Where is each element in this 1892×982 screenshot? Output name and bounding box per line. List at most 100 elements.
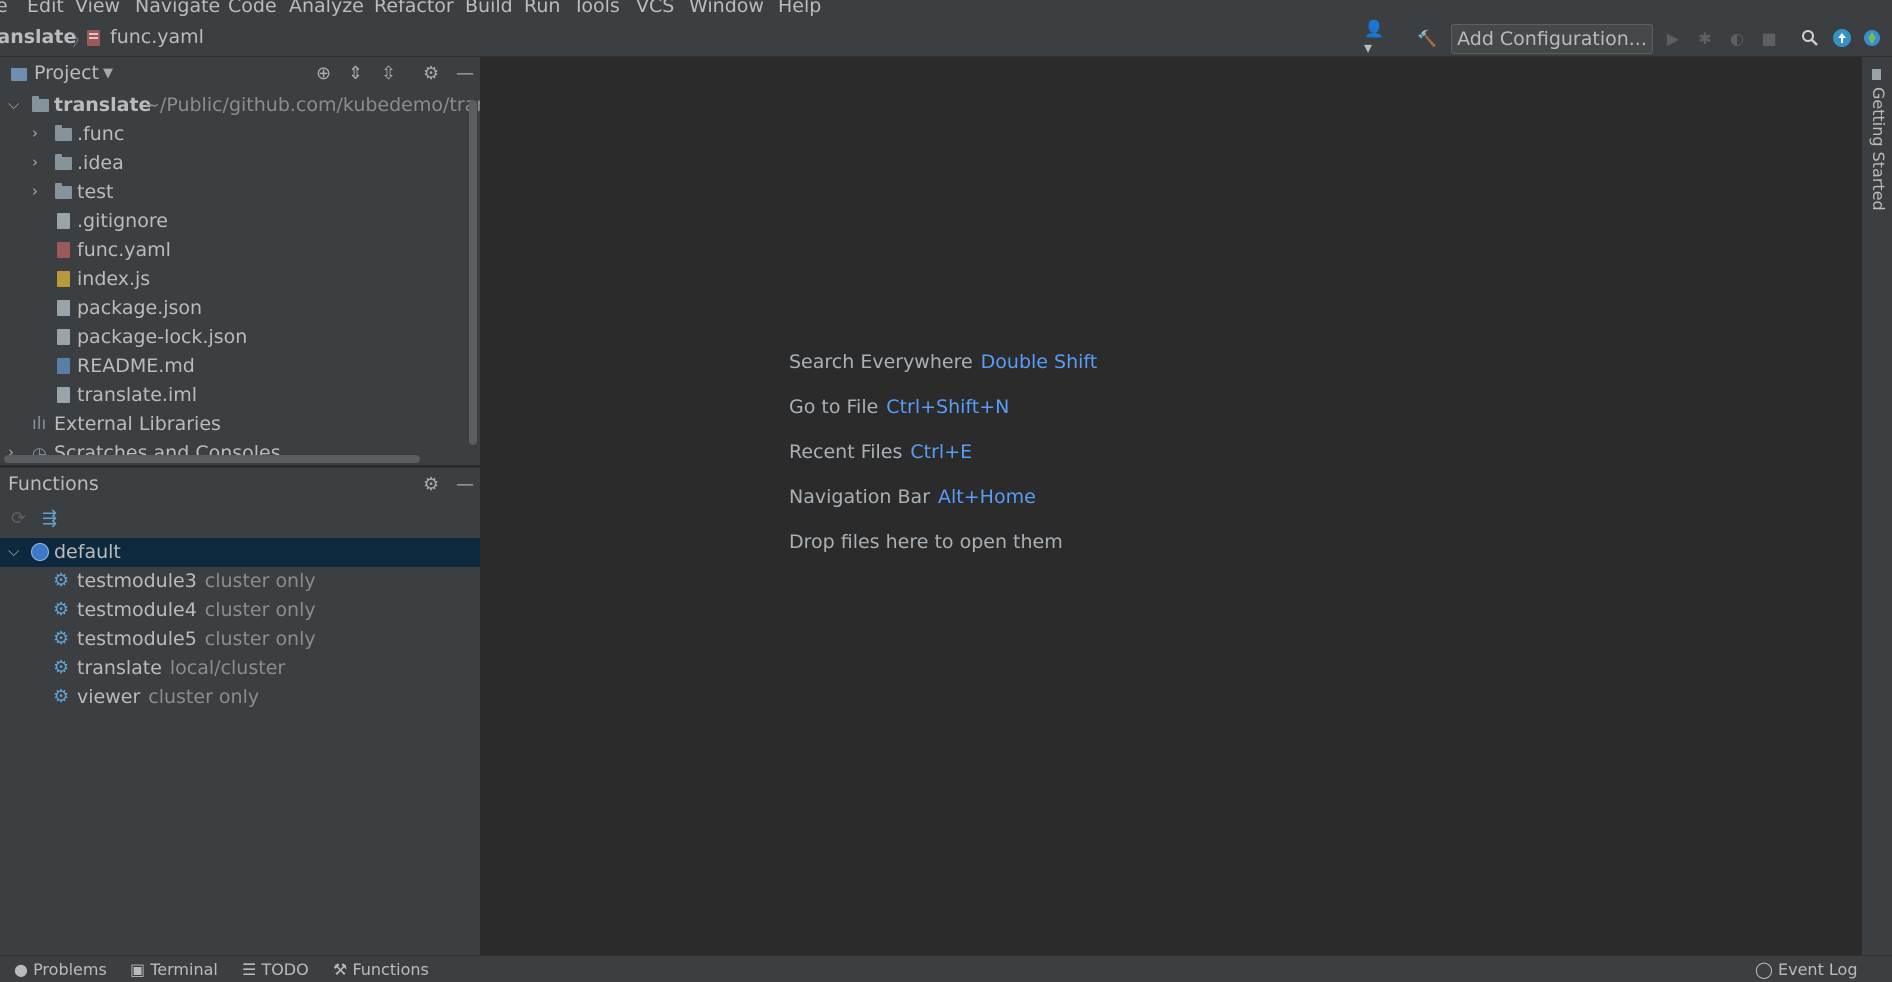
terminal-tab[interactable]: ▣ Terminal [130, 960, 218, 979]
menu-refactor[interactable]: Refactor [374, 0, 454, 17]
function-item[interactable]: ⚙ translate local/cluster [0, 654, 480, 683]
functions-namespace-row[interactable]: ⌵ default [0, 538, 480, 567]
chevron-down-icon[interactable]: ⌵ [8, 542, 19, 560]
deploy-icon[interactable]: ⇶ [42, 508, 57, 529]
project-vertical-scrollbar[interactable] [469, 100, 477, 445]
list-icon: ☰ [242, 960, 257, 979]
stop-icon[interactable]: ■ [1758, 27, 1780, 49]
chevron-right-icon[interactable]: › [32, 182, 38, 200]
tree-folder-idea[interactable]: › .idea [0, 149, 480, 178]
function-item[interactable]: ⚙ testmodule4 cluster only [0, 596, 480, 625]
menu-file[interactable]: e [0, 0, 8, 17]
debug-icon[interactable]: ✱ [1694, 27, 1716, 49]
menu-run[interactable]: Run [524, 0, 560, 17]
json-file-icon [57, 329, 70, 345]
tree-file-gitignore[interactable]: .gitignore [0, 207, 480, 236]
javascript-file-icon [57, 271, 70, 287]
namespace-icon [31, 543, 49, 561]
hint-shortcut: Ctrl+E [910, 441, 973, 463]
menu-navigate[interactable]: Navigate [135, 0, 220, 17]
menu-analyze[interactable]: Analyze [289, 0, 364, 17]
chevron-down-icon[interactable]: ▼ [103, 66, 113, 81]
chevron-right-icon[interactable]: › [32, 124, 38, 142]
menu-view[interactable]: View [75, 0, 120, 17]
folder-label: .idea [77, 152, 124, 174]
menu-help[interactable]: Help [778, 0, 821, 17]
file-label: .gitignore [77, 210, 168, 232]
tree-file-index-js[interactable]: index.js [0, 265, 480, 294]
getting-started-tab[interactable]: Getting Started [1869, 87, 1888, 211]
expand-all-icon[interactable]: ⇕ [348, 63, 363, 84]
hint-label: Navigation Bar [789, 486, 931, 508]
folder-icon [55, 154, 72, 170]
chevron-right-icon[interactable]: › [32, 153, 38, 171]
event-log-tab[interactable]: ◯ Event Log [1755, 960, 1858, 979]
locate-target-icon[interactable]: ⊕ [316, 63, 331, 84]
function-item[interactable]: ⚙ testmodule3 cluster only [0, 567, 480, 596]
hint-search-everywhere: Search Everywhere Double Shift [789, 351, 1097, 373]
menu-code[interactable]: Code [228, 0, 277, 17]
module-folder-icon [32, 96, 49, 112]
function-mode: cluster only [204, 628, 316, 650]
function-mode: cluster only [148, 686, 260, 708]
refresh-icon[interactable]: ⟳ [11, 508, 26, 529]
menu-tools[interactable]: Tools [573, 0, 620, 17]
plugin-icon[interactable] [1861, 27, 1883, 49]
tree-file-readme[interactable]: README.md [0, 352, 480, 381]
event-log-label: Event Log [1778, 960, 1858, 979]
tree-file-translate-iml[interactable]: translate.iml [0, 381, 480, 410]
file-label: package-lock.json [77, 326, 248, 348]
document-icon [1872, 69, 1881, 80]
add-configuration-button[interactable]: Add Configuration... [1451, 24, 1653, 54]
breadcrumb-file[interactable]: func.yaml [110, 26, 204, 48]
collapse-all-icon[interactable]: ⇳ [381, 63, 396, 84]
minimize-icon[interactable]: — [456, 474, 474, 495]
functions-tree: ⌵ default ⚙ testmodule3 cluster only ⚙ te… [0, 538, 480, 955]
user-account-icon[interactable]: 👤▾ [1364, 19, 1386, 57]
update-icon[interactable] [1831, 27, 1853, 49]
coverage-icon[interactable]: ◐ [1726, 27, 1748, 49]
gear-icon[interactable]: ⚙ [423, 474, 439, 495]
tree-folder-test[interactable]: › test [0, 178, 480, 207]
folder-label: test [77, 181, 114, 203]
tree-file-package-json[interactable]: package.json [0, 294, 480, 323]
todo-tab[interactable]: ☰ TODO [242, 960, 309, 979]
function-item[interactable]: ⚙ viewer cluster only [0, 683, 480, 712]
gear-icon[interactable]: ⚙ [423, 63, 439, 84]
menu-vcs[interactable]: VCS [636, 0, 674, 17]
editor-empty-area[interactable]: Search Everywhere Double Shift Go to File… [482, 57, 1862, 955]
search-icon[interactable] [1799, 27, 1821, 49]
menu-build[interactable]: Build [465, 0, 513, 17]
navigation-bar: ranslate 〉 func.yaml 👤▾ 🔨 Add Configurat… [0, 18, 1892, 57]
hammer-icon: ⚒ [333, 960, 348, 979]
folder-label: .func [77, 123, 125, 145]
tree-file-func-yaml[interactable]: func.yaml [0, 236, 480, 265]
tree-folder-func[interactable]: › .func [0, 120, 480, 149]
folder-icon [55, 183, 72, 199]
project-horizontal-scrollbar[interactable] [4, 455, 420, 463]
breadcrumb-project[interactable]: ranslate [0, 26, 76, 48]
build-hammer-icon[interactable]: 🔨 [1416, 27, 1438, 49]
run-icon[interactable]: ▶ [1662, 27, 1684, 49]
function-item[interactable]: ⚙ testmodule5 cluster only [0, 625, 480, 654]
project-panel-title[interactable]: Project [34, 62, 99, 84]
functions-tab[interactable]: ⚒ Functions [333, 960, 429, 979]
menu-bar: e Edit View Navigate Code Analyze Refact… [0, 0, 1892, 18]
tree-root[interactable]: ⌵ translate ~/Public/github.com/kubedemo… [0, 91, 480, 120]
chevron-down-icon[interactable]: ⌵ [8, 95, 19, 113]
tree-file-package-lock[interactable]: package-lock.json [0, 323, 480, 352]
hint-go-to-file: Go to File Ctrl+Shift+N [789, 396, 1009, 418]
functions-toolbar: ⟳ ⇶ [0, 502, 480, 538]
problems-tab[interactable]: ● Problems [14, 960, 107, 979]
yaml-file-icon [87, 30, 100, 46]
library-icon: ılı [32, 414, 47, 434]
hint-shortcut: Alt+Home [938, 486, 1036, 508]
hint-recent-files: Recent Files Ctrl+E [789, 441, 972, 463]
minimize-icon[interactable]: — [456, 63, 474, 84]
function-gear-icon: ⚙ [53, 628, 70, 649]
root-name: translate [54, 94, 152, 116]
yaml-file-icon [57, 242, 70, 258]
menu-edit[interactable]: Edit [27, 0, 64, 17]
menu-window[interactable]: Window [689, 0, 764, 17]
tree-external-libraries[interactable]: ılı External Libraries [0, 410, 480, 439]
